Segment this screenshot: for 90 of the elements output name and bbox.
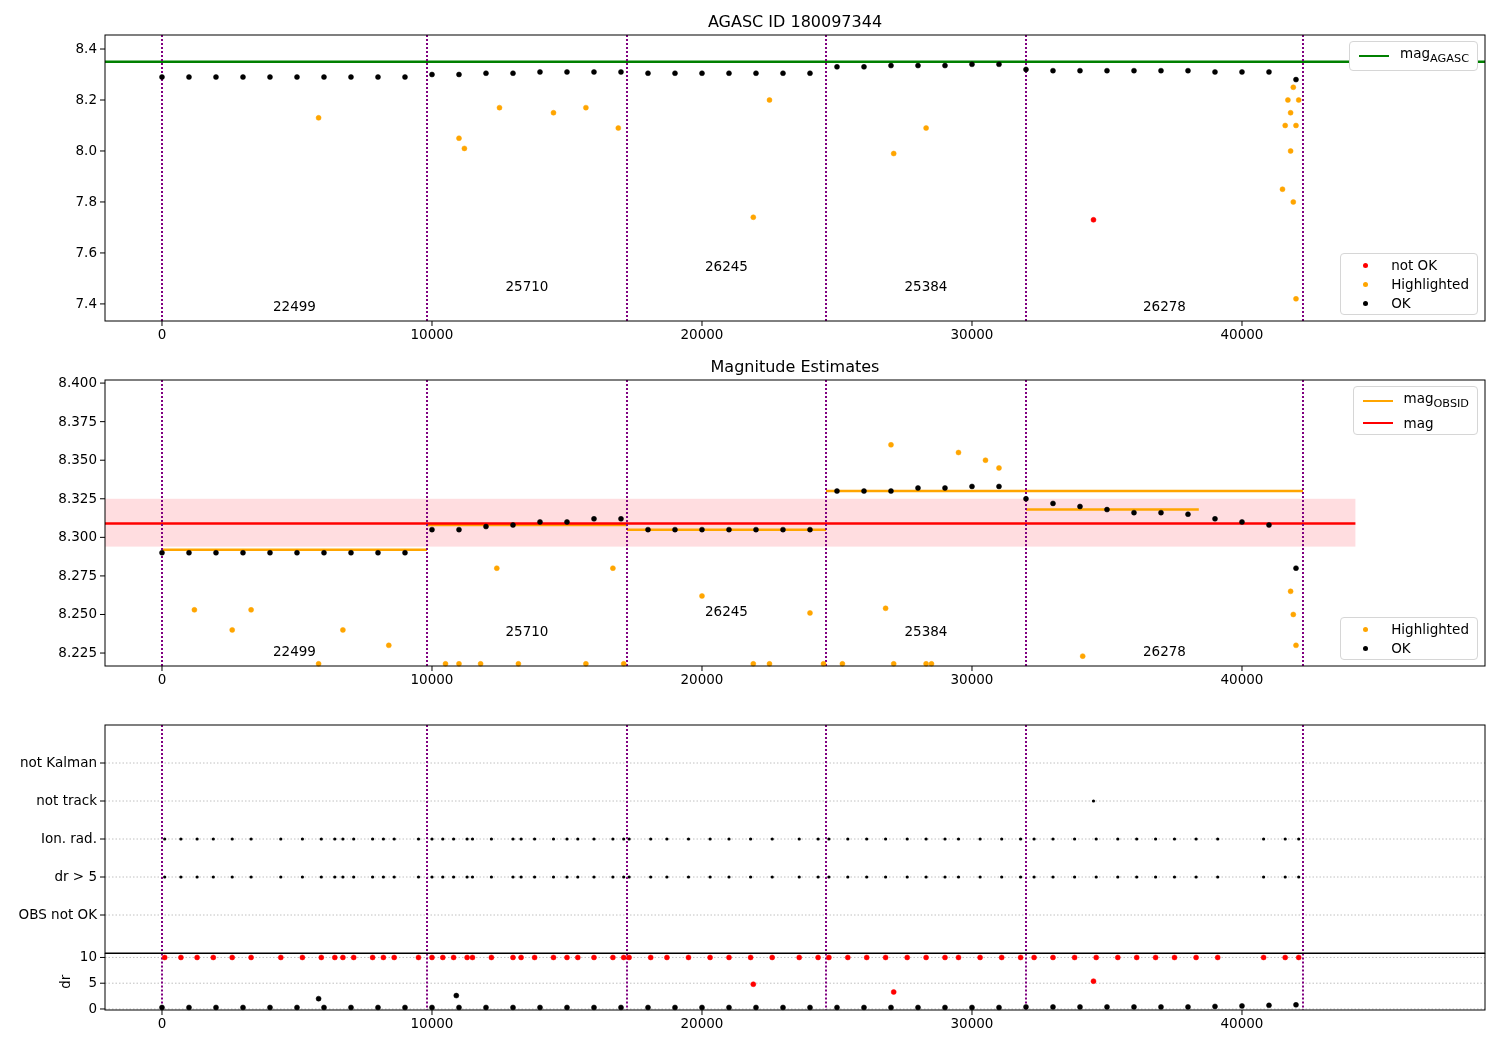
x-tick-label: 20000 <box>680 326 724 342</box>
y-tick-label: 0 <box>88 999 97 1016</box>
y-axis-tick: 7.4 <box>75 294 106 311</box>
y-tick-label: 10 <box>79 948 97 965</box>
obsid-label: 26245 <box>705 602 748 619</box>
y-tick-label: 7.8 <box>75 192 97 209</box>
x-axis-tick: 0 <box>157 1009 167 1031</box>
y-tick-label: 8.325 <box>58 489 97 506</box>
x-axis-tick: 30000 <box>950 320 994 342</box>
x-axis-tick: 10000 <box>410 320 454 342</box>
y-tick-label: 8.2 <box>75 91 97 107</box>
x-axis-tick: 0 <box>157 320 167 342</box>
legend-label: mag <box>1403 414 1434 431</box>
obsid-label: 26278 <box>1143 297 1186 314</box>
chart-title: AGASC ID 180097344 <box>707 12 883 31</box>
y-tick-label: 8.400 <box>58 374 97 391</box>
y-tick-label: 8.225 <box>58 644 97 661</box>
obsid-label: 25384 <box>904 277 948 294</box>
x-axis-tick: 30000 <box>950 1009 994 1031</box>
y-axis-tick: not track <box>36 792 106 808</box>
x-tick-label: 0 <box>157 671 167 687</box>
y-axis-tick: 7.8 <box>75 192 106 209</box>
y-tick-label: 8.350 <box>58 451 97 468</box>
y-axis-tick: 8.2 <box>75 91 106 107</box>
y-axis-tick: 8.375 <box>58 412 106 429</box>
y-axis-tick: 8.0 <box>75 142 106 158</box>
y-axis-tick: 10 <box>79 948 106 965</box>
obsid-label: 26245 <box>705 257 748 274</box>
x-axis-tick: 40000 <box>1220 320 1264 342</box>
y-axis-tick: 0 <box>88 999 106 1016</box>
x-axis-tick: 20000 <box>680 1009 724 1031</box>
y-tick-label: 8.4 <box>75 40 97 57</box>
y-axis-tick: not Kalman <box>19 754 106 770</box>
obsid-label: 22499 <box>273 642 316 659</box>
legend-label: Highlighted <box>1391 621 1469 637</box>
x-tick-label: 40000 <box>1220 1015 1264 1031</box>
y-axis-tick: 8.350 <box>58 451 106 468</box>
x-tick-label: 20000 <box>680 1015 724 1031</box>
y-axis-tick: 7.6 <box>75 243 106 260</box>
x-tick-label: 0 <box>157 1015 167 1031</box>
x-tick-label: 30000 <box>950 326 994 342</box>
obsid-label: 26278 <box>1143 642 1186 659</box>
y-tick-label: 8.0 <box>75 141 97 158</box>
y-tick-label: 8.300 <box>58 528 97 545</box>
legend-label: OK <box>1391 295 1411 311</box>
y-axis-tick: OBS not OK <box>18 906 106 922</box>
y-tick-label: 8.375 <box>58 412 97 429</box>
y-tick-label: 7.4 <box>75 294 97 311</box>
x-tick-label: 40000 <box>1220 326 1264 342</box>
x-tick-label: 10000 <box>410 671 454 687</box>
x-tick-label: 30000 <box>950 671 994 687</box>
y-tick-label: 5 <box>88 974 97 991</box>
legend-label: not OK <box>1391 257 1438 273</box>
x-axis-tick: 20000 <box>680 320 724 342</box>
legend-label: OK <box>1391 640 1411 656</box>
x-tick-label: 0 <box>157 326 167 342</box>
legend-label: mag$_{AGASC}$ <box>1400 45 1469 67</box>
y-tick-label: 7.6 <box>75 243 97 260</box>
y-axis-tick: 5 <box>88 974 106 991</box>
x-axis-tick: 10000 <box>410 665 454 687</box>
x-axis-tick: 20000 <box>680 665 724 687</box>
y-axis-tick: 8.225 <box>58 644 106 661</box>
obsid-label: 25384 <box>904 622 948 639</box>
y-axis-tick: 8.400 <box>58 374 106 391</box>
y-axis-tick: 8.300 <box>58 528 106 545</box>
x-axis-tick: 40000 <box>1220 665 1264 687</box>
obsid-label: 25710 <box>505 277 549 294</box>
chart-title: Magnitude Estimates <box>710 357 880 376</box>
y-axis-tick: 8.4 <box>75 40 106 56</box>
y-axis-tick: 8.275 <box>58 566 106 583</box>
y-tick-label: 8.275 <box>58 566 97 583</box>
x-tick-label: 30000 <box>950 1015 994 1031</box>
legend-label: mag$_{OBSID}$ <box>1403 390 1469 412</box>
obsid-label: 25710 <box>505 622 549 639</box>
y-tick-label: 8.250 <box>58 605 97 622</box>
x-axis-tick: 40000 <box>1220 1009 1264 1031</box>
x-tick-label: 10000 <box>410 326 454 342</box>
x-axis-tick: 0 <box>157 665 167 687</box>
obsid-label: 22499 <box>273 297 316 314</box>
y-axis-tick: 8.250 <box>58 605 106 622</box>
x-tick-label: 20000 <box>680 671 724 687</box>
y-axis-label: dr <box>57 974 73 989</box>
x-tick-label: 10000 <box>410 1015 454 1031</box>
x-tick-label: 40000 <box>1220 671 1264 687</box>
y-axis-tick: 8.325 <box>58 489 106 506</box>
y-axis-tick: dr > 5 <box>54 868 106 884</box>
x-axis-tick: 30000 <box>950 665 994 687</box>
y-axis-tick: Ion. rad. <box>40 830 106 846</box>
legend-label: Highlighted <box>1391 276 1469 292</box>
x-axis-tick: 10000 <box>410 1009 454 1031</box>
